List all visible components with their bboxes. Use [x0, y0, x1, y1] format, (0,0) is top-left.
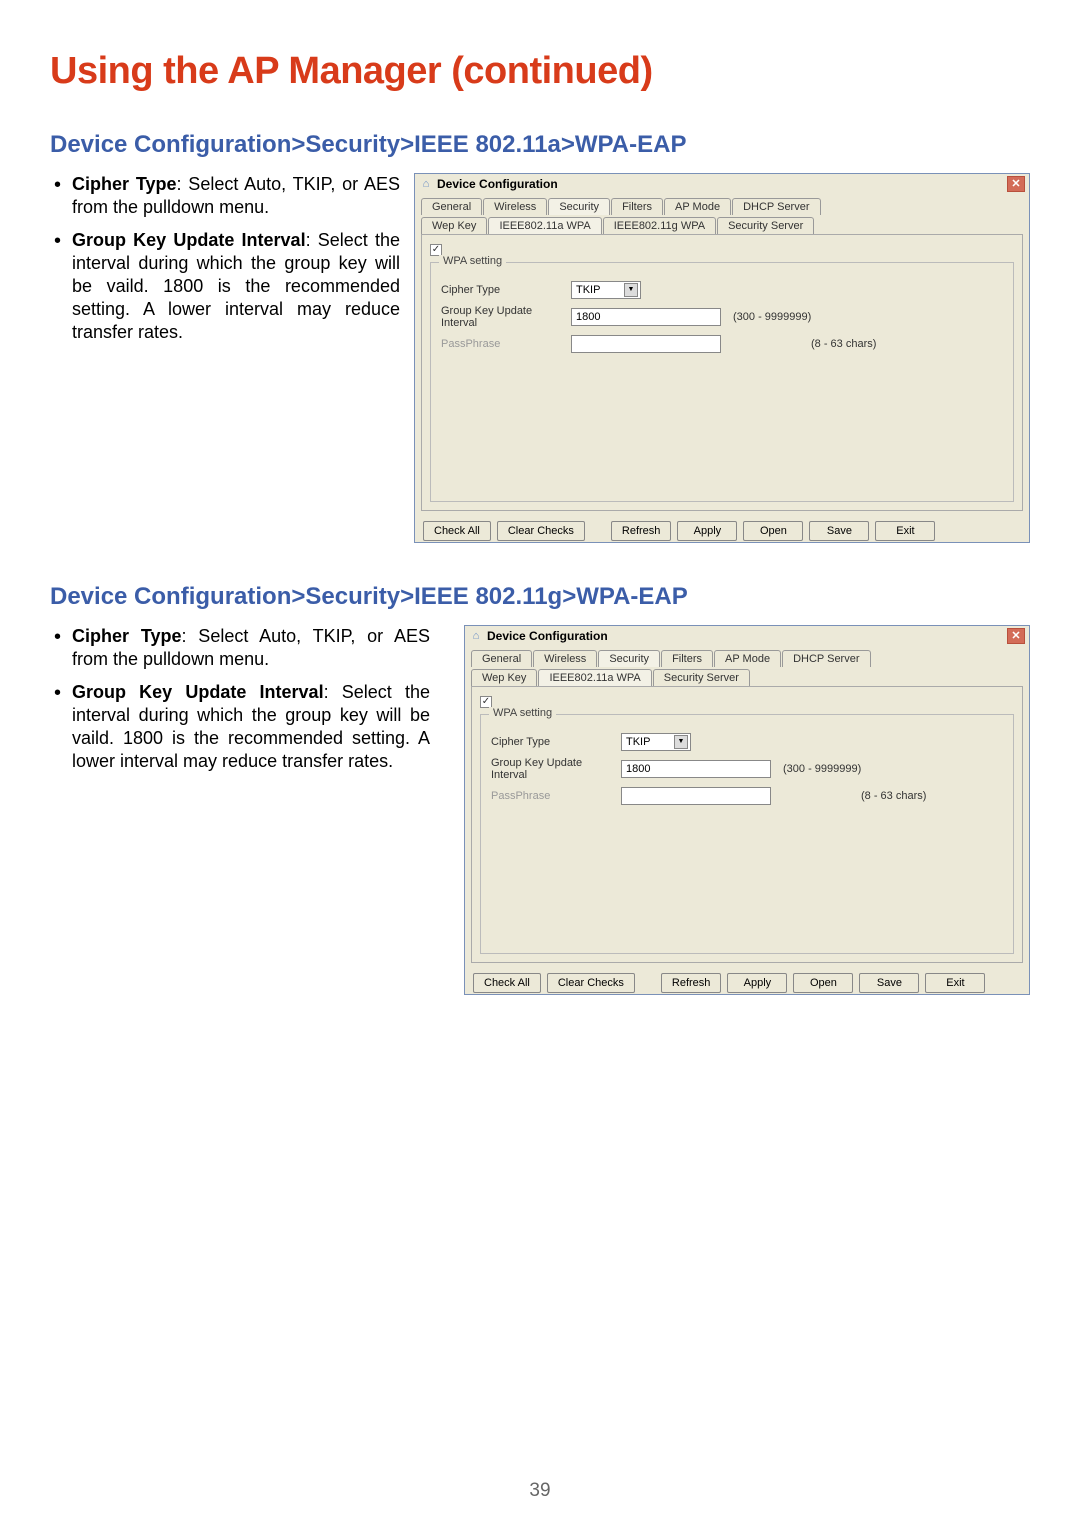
cipher-select[interactable]: TKIP ▼: [621, 733, 691, 751]
passphrase-row: PassPhrase (8 - 63 chars): [491, 787, 1003, 805]
sub-tab-row: Wep Key IEEE802.11a WPA Security Server: [465, 669, 1029, 686]
save-button[interactable]: Save: [859, 973, 919, 993]
passphrase-label: PassPhrase: [491, 790, 621, 802]
device-config-dialog-a: ⌂ Device Configuration ✕ General Wireles…: [414, 173, 1030, 543]
fieldset-legend: WPA setting: [439, 255, 506, 267]
tab-general[interactable]: General: [471, 650, 532, 667]
sub-tab-row: Wep Key IEEE802.11a WPA IEEE802.11g WPA …: [415, 217, 1029, 234]
cipher-row: Cipher Type TKIP ▼: [491, 733, 1003, 751]
section-heading-a: Device Configuration>Security>IEEE 802.1…: [50, 131, 1030, 159]
exit-button[interactable]: Exit: [875, 521, 935, 541]
cipher-label: Cipher Type: [441, 284, 571, 296]
dialog-title: Device Configuration: [437, 177, 1007, 191]
dialog-content: ✓ WPA setting Cipher Type TKIP ▼ Group K…: [471, 686, 1023, 963]
save-button[interactable]: Save: [809, 521, 869, 541]
cipher-value: TKIP: [626, 736, 650, 748]
gkui-input[interactable]: 1800: [571, 308, 721, 326]
gkui-label: Group Key Update Interval: [491, 757, 621, 781]
passphrase-input[interactable]: [571, 335, 721, 353]
chevron-down-icon: ▼: [624, 283, 638, 297]
tab-security[interactable]: Security: [548, 198, 610, 215]
dialog-titlebar: ⌂ Device Configuration ✕: [465, 626, 1029, 646]
bullet-item: Cipher Type: Select Auto, TKIP, or AES f…: [72, 625, 430, 671]
tab-filters[interactable]: Filters: [661, 650, 713, 667]
subtab-wepkey[interactable]: Wep Key: [471, 669, 537, 686]
dialog-button-row: Check All Clear Checks Refresh Apply Ope…: [465, 967, 1029, 999]
bullet-item: Cipher Type: Select Auto, TKIP, or AES f…: [72, 173, 400, 219]
apply-button[interactable]: Apply: [727, 973, 787, 993]
dialog-titlebar: ⌂ Device Configuration ✕: [415, 174, 1029, 194]
main-tab-row: General Wireless Security Filters AP Mod…: [415, 194, 1029, 215]
passphrase-hint: (8 - 63 chars): [811, 338, 876, 350]
gkui-row: Group Key Update Interval 1800 (300 - 99…: [491, 757, 1003, 781]
bullet-item: Group Key Update Interval: Select the in…: [72, 681, 430, 773]
text-column-a: Cipher Type: Select Auto, TKIP, or AES f…: [50, 173, 400, 543]
section-a: Cipher Type: Select Auto, TKIP, or AES f…: [50, 173, 1030, 543]
dialog-content: ✓ WPA setting Cipher Type TKIP ▼ Group K…: [421, 234, 1023, 511]
gkui-label: Group Key Update Interval: [441, 305, 571, 329]
passphrase-hint: (8 - 63 chars): [861, 790, 926, 802]
refresh-button[interactable]: Refresh: [611, 521, 672, 541]
tab-apmode[interactable]: AP Mode: [664, 198, 731, 215]
cipher-value: TKIP: [576, 284, 600, 296]
gkui-hint: (300 - 9999999): [783, 763, 861, 775]
tab-filters[interactable]: Filters: [611, 198, 663, 215]
subtab-11a-wpa[interactable]: IEEE802.11a WPA: [538, 669, 651, 686]
page-title: Using the AP Manager (continued): [50, 50, 1030, 93]
close-button[interactable]: ✕: [1007, 628, 1025, 644]
cipher-select[interactable]: TKIP ▼: [571, 281, 641, 299]
subtab-secserver[interactable]: Security Server: [653, 669, 750, 686]
chevron-down-icon: ▼: [674, 735, 688, 749]
bullet-term: Cipher Type: [72, 626, 182, 646]
cipher-row: Cipher Type TKIP ▼: [441, 281, 1003, 299]
passphrase-row: PassPhrase (8 - 63 chars): [441, 335, 1003, 353]
tab-wireless[interactable]: Wireless: [533, 650, 597, 667]
device-config-dialog-g: ⌂ Device Configuration ✕ General Wireles…: [464, 625, 1030, 995]
gkui-hint: (300 - 9999999): [733, 311, 811, 323]
clear-checks-button[interactable]: Clear Checks: [547, 973, 635, 993]
window-icon: ⌂: [469, 629, 483, 643]
page-number: 39: [0, 1480, 1080, 1502]
subtab-wepkey[interactable]: Wep Key: [421, 217, 487, 234]
check-all-button[interactable]: Check All: [423, 521, 491, 541]
tab-dhcp[interactable]: DHCP Server: [732, 198, 820, 215]
open-button[interactable]: Open: [743, 521, 803, 541]
section-g: Cipher Type: Select Auto, TKIP, or AES f…: [50, 625, 1030, 995]
passphrase-input[interactable]: [621, 787, 771, 805]
tab-wireless[interactable]: Wireless: [483, 198, 547, 215]
tab-security[interactable]: Security: [598, 650, 660, 667]
section-heading-g: Device Configuration>Security>IEEE 802.1…: [50, 583, 1030, 611]
close-button[interactable]: ✕: [1007, 176, 1025, 192]
gkui-input[interactable]: 1800: [621, 760, 771, 778]
apply-button[interactable]: Apply: [677, 521, 737, 541]
subtab-11a-wpa[interactable]: IEEE802.11a WPA: [488, 217, 601, 234]
fieldset-legend: WPA setting: [489, 707, 556, 719]
bullet-term: Cipher Type: [72, 174, 177, 194]
refresh-button[interactable]: Refresh: [661, 973, 722, 993]
dialog-button-row: Check All Clear Checks Refresh Apply Ope…: [415, 515, 1029, 547]
text-column-g: Cipher Type: Select Auto, TKIP, or AES f…: [50, 625, 430, 995]
open-button[interactable]: Open: [793, 973, 853, 993]
wpa-setting-fieldset: WPA setting Cipher Type TKIP ▼ Group Key…: [430, 262, 1014, 502]
cipher-label: Cipher Type: [491, 736, 621, 748]
dialog-title: Device Configuration: [487, 629, 1007, 643]
subtab-11g-wpa[interactable]: IEEE802.11g WPA: [603, 217, 716, 234]
bullet-item: Group Key Update Interval: Select the in…: [72, 229, 400, 344]
main-tab-row: General Wireless Security Filters AP Mod…: [465, 646, 1029, 667]
exit-button[interactable]: Exit: [925, 973, 985, 993]
bullet-term: Group Key Update Interval: [72, 230, 306, 250]
tab-apmode[interactable]: AP Mode: [714, 650, 781, 667]
passphrase-label: PassPhrase: [441, 338, 571, 350]
window-icon: ⌂: [419, 177, 433, 191]
wpa-setting-fieldset: WPA setting Cipher Type TKIP ▼ Group Key…: [480, 714, 1014, 954]
tab-general[interactable]: General: [421, 198, 482, 215]
bullet-term: Group Key Update Interval: [72, 682, 324, 702]
clear-checks-button[interactable]: Clear Checks: [497, 521, 585, 541]
subtab-secserver[interactable]: Security Server: [717, 217, 814, 234]
check-all-button[interactable]: Check All: [473, 973, 541, 993]
tab-dhcp[interactable]: DHCP Server: [782, 650, 870, 667]
gkui-row: Group Key Update Interval 1800 (300 - 99…: [441, 305, 1003, 329]
